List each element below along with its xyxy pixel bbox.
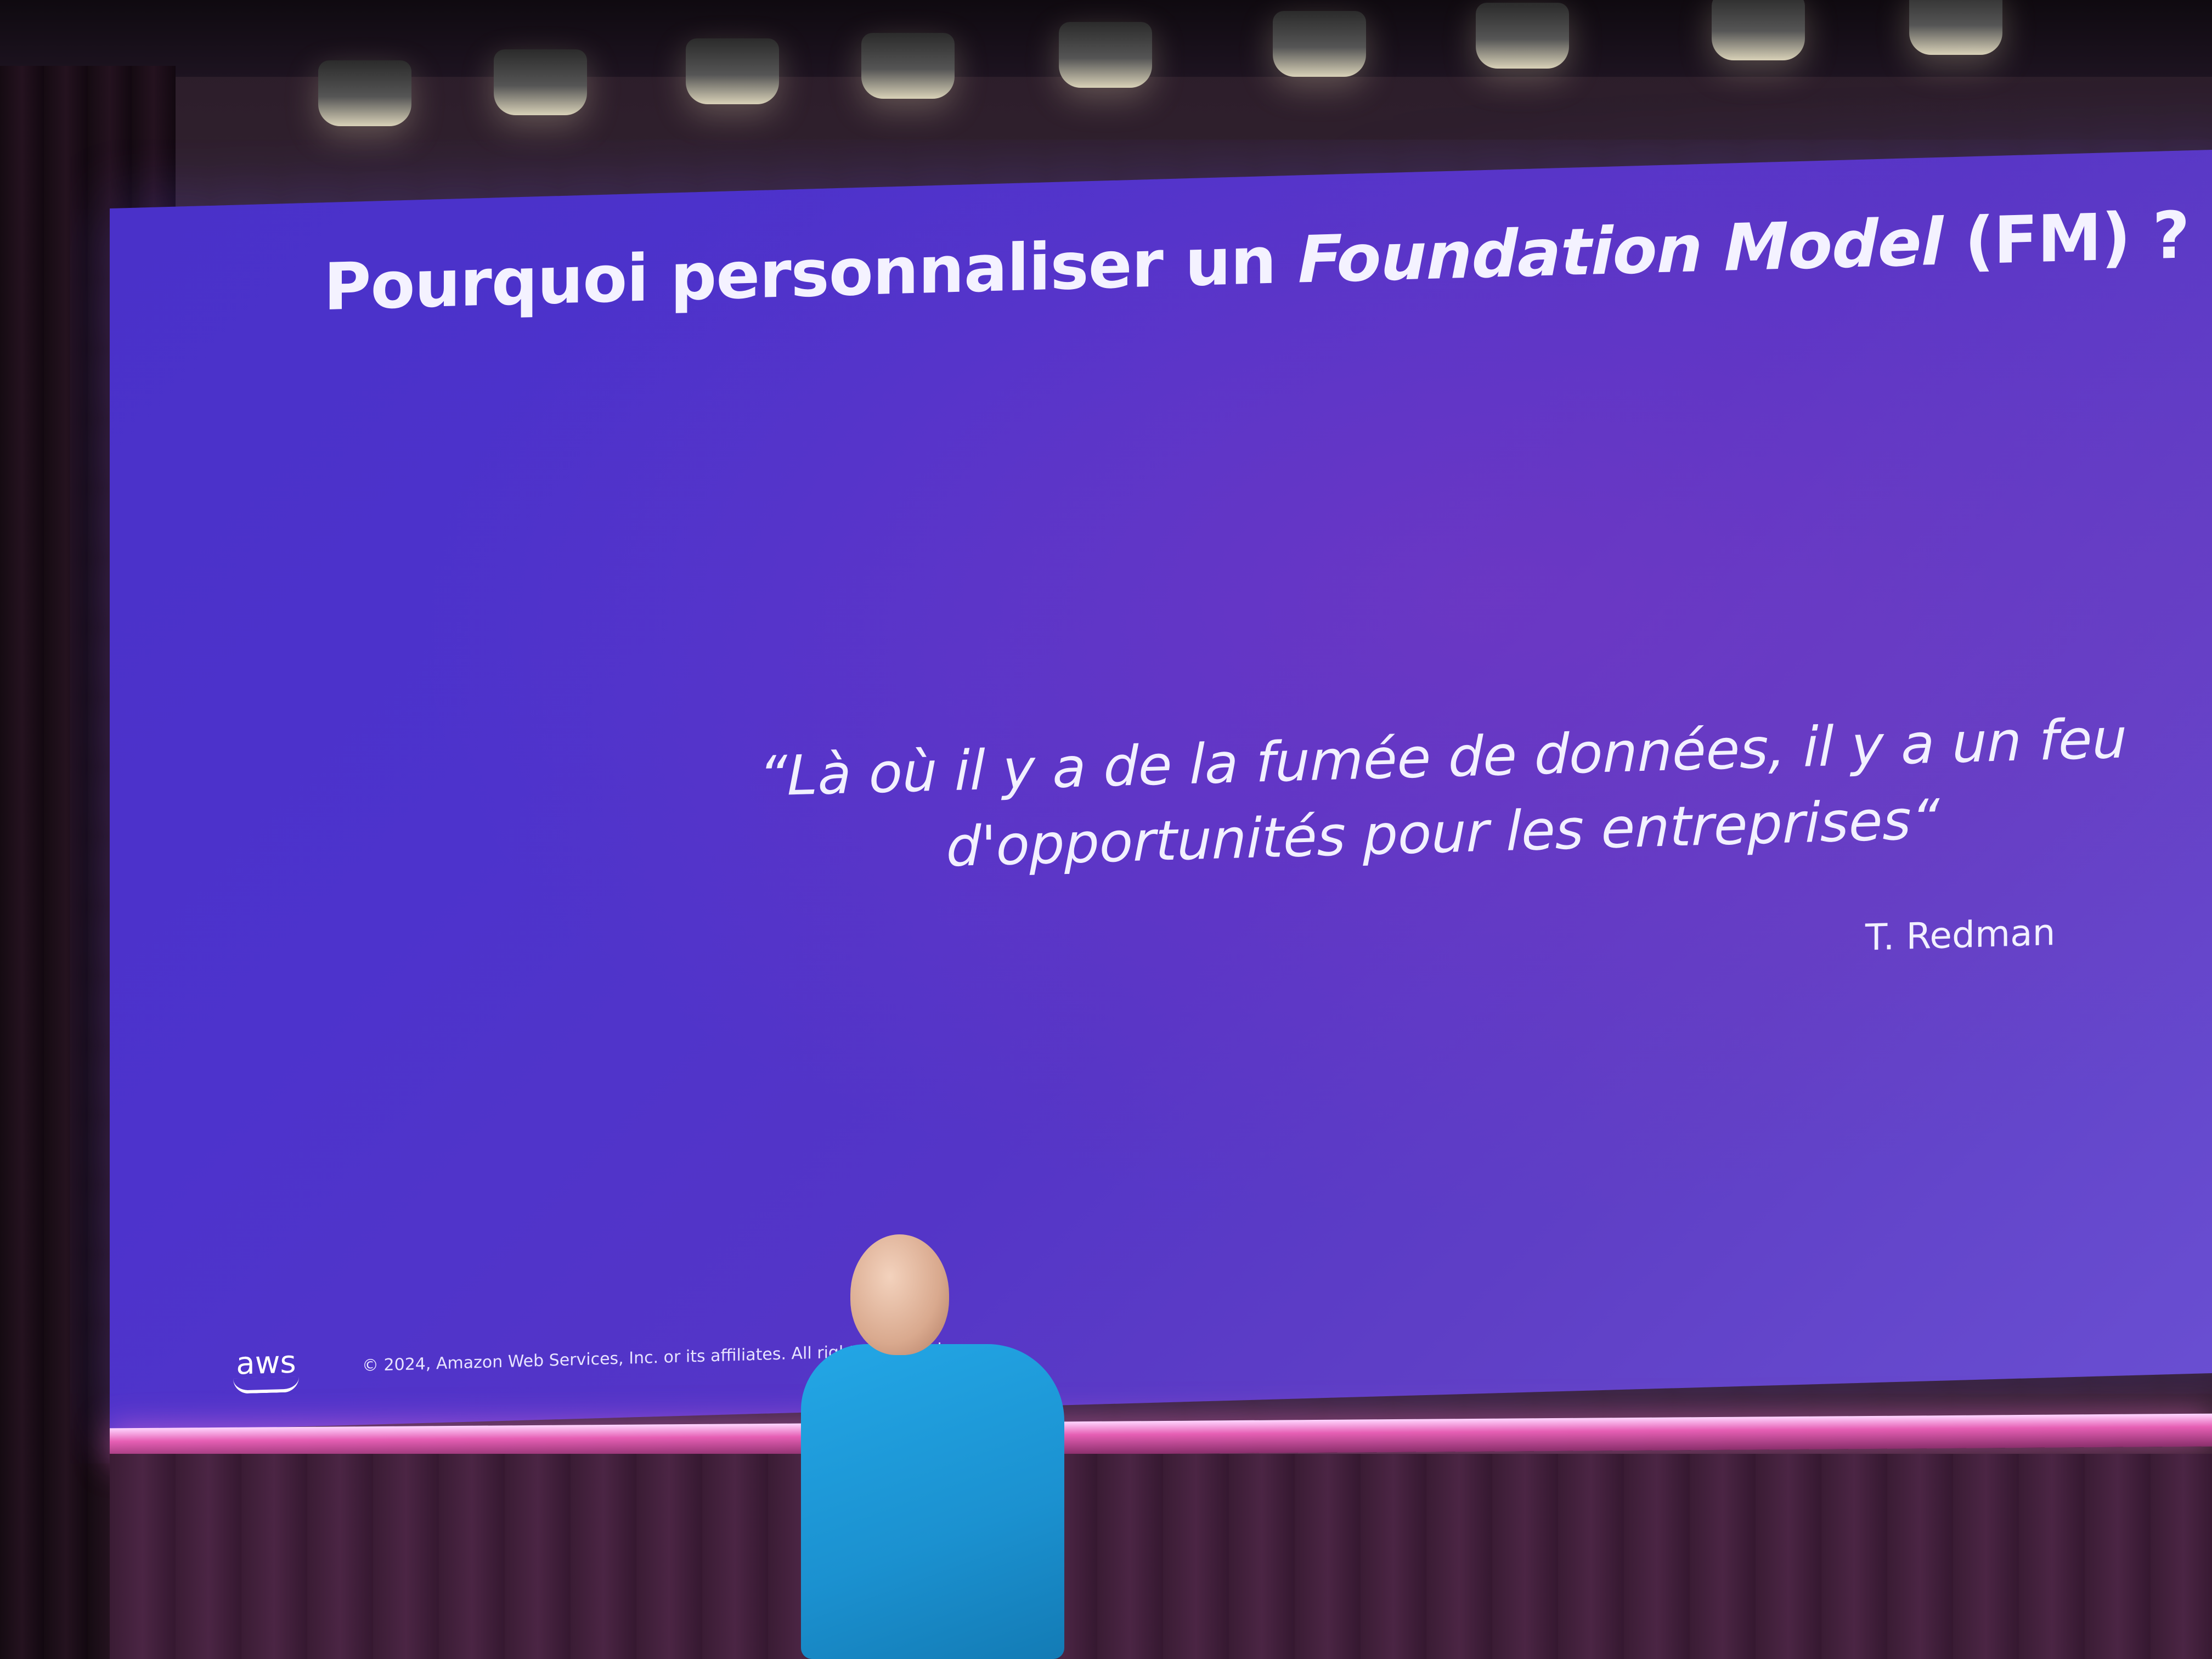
quote-author: T. Redman (1865, 911, 2056, 959)
stage-light (1712, 0, 1805, 60)
presenter (801, 1234, 1130, 1659)
aws-logo-text: aws (236, 1344, 296, 1382)
stage-light (861, 33, 955, 99)
stage-light (1273, 11, 1366, 77)
projection-screen: Pourquoi personnaliser un Foundation Mod… (110, 149, 2212, 1432)
stage-light (318, 60, 411, 126)
stage-light (686, 38, 779, 104)
stage-light (1059, 22, 1152, 88)
stage-light (494, 49, 587, 115)
photo-scene: Pourquoi personnaliser un Foundation Mod… (0, 0, 2212, 1659)
presenter-shirt (801, 1344, 1064, 1659)
presenter-head (850, 1234, 949, 1355)
stage-front-curtain (110, 1454, 2212, 1659)
stage-light (1909, 0, 2002, 55)
aws-logo-icon: aws (225, 1344, 307, 1396)
slide-title-tail: (FM) ? (1943, 197, 2190, 280)
stage-light (1476, 3, 1569, 69)
